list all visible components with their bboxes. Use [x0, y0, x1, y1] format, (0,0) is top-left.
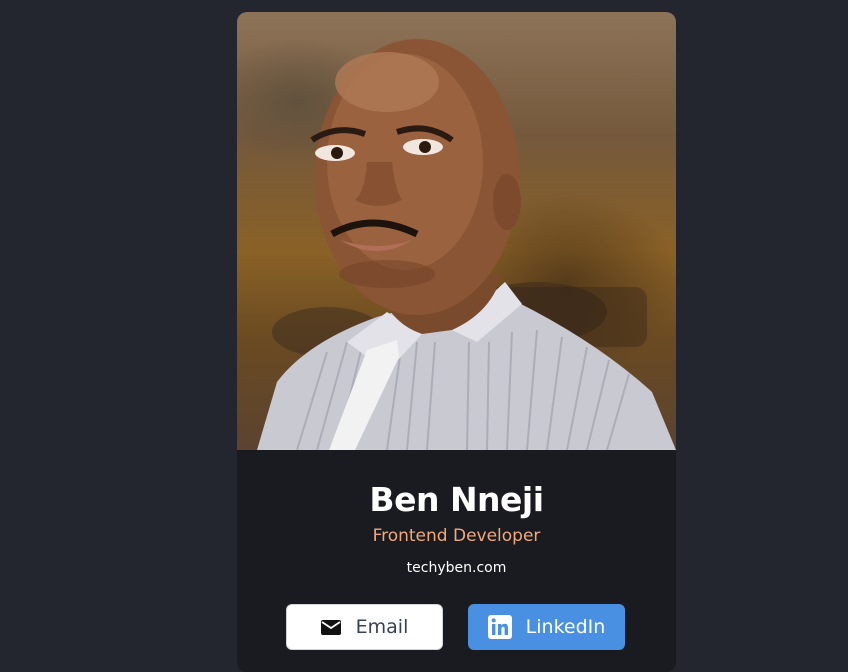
email-button[interactable]: Email — [286, 604, 443, 650]
envelope-icon — [320, 619, 341, 635]
profile-card: Ben Nneji Frontend Developer techyben.co… — [237, 12, 676, 672]
contact-buttons: Email LinkedIn — [286, 604, 627, 650]
portrait-illustration — [257, 39, 676, 450]
linkedin-icon — [487, 615, 512, 639]
profile-name: Ben Nneji — [369, 480, 544, 519]
profile-info: Ben Nneji Frontend Developer techyben.co… — [237, 450, 676, 577]
profile-role: Frontend Developer — [372, 526, 541, 546]
linkedin-button-label: LinkedIn — [525, 616, 606, 638]
linkedin-button[interactable]: LinkedIn — [468, 604, 625, 650]
profile-website: techyben.com — [406, 560, 507, 576]
profile-photo — [237, 12, 676, 450]
email-button-label: Email — [355, 616, 409, 638]
